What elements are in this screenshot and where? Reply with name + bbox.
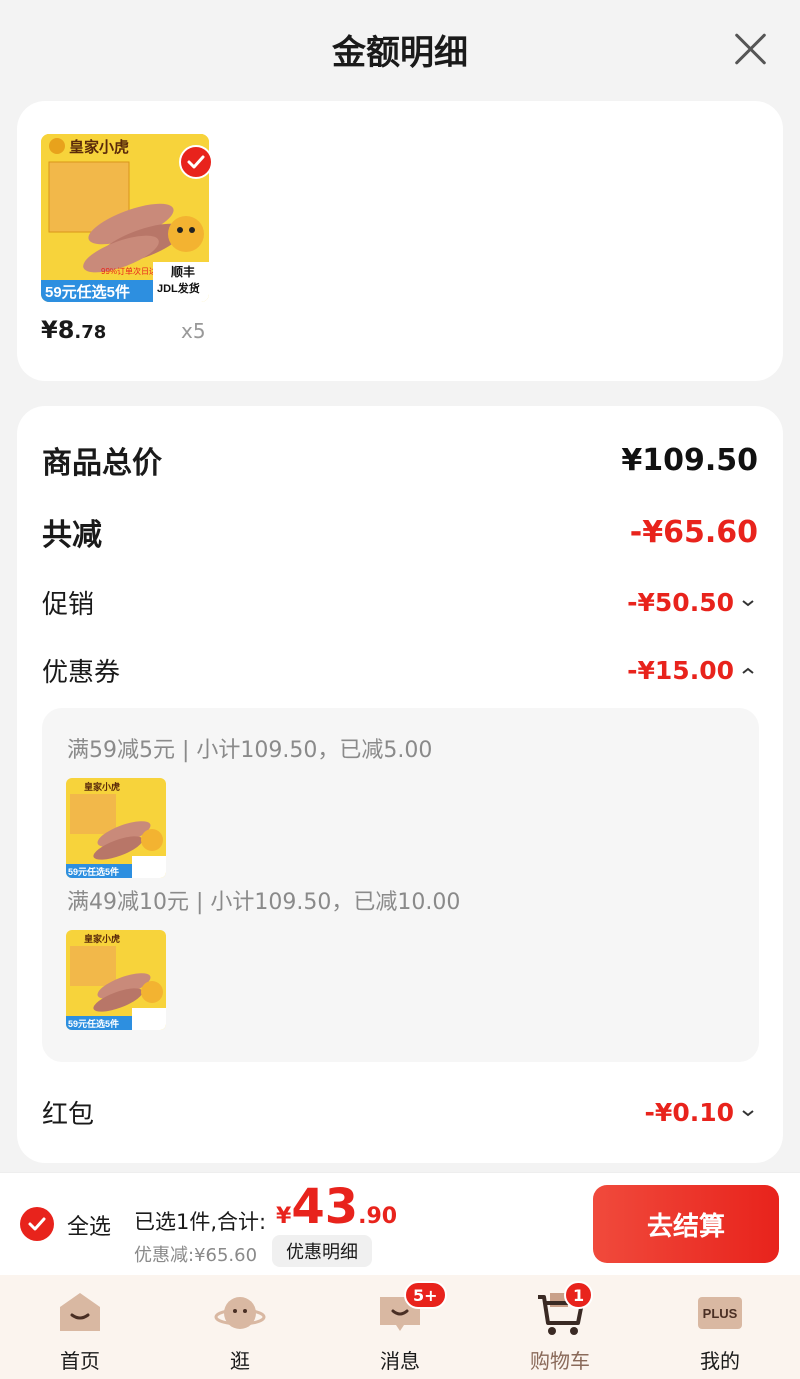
red-packet-value: -¥0.10: [644, 1098, 734, 1127]
total-price-label: 商品总价: [42, 446, 162, 481]
coupon-product-thumbnail: 皇家小虎 59元任选5件: [66, 778, 166, 878]
cart-badge: 1: [564, 1281, 594, 1309]
total-discount-label: 共减: [42, 518, 102, 553]
chevron-down-icon[interactable]: [738, 593, 758, 613]
product-price: ¥8.78: [41, 316, 107, 344]
coupon-details-box: 满59减5元 | 小计109.50，已减5.00 皇家小虎 59元任选5件 满4…: [42, 708, 759, 1062]
product-quantity: x5: [181, 319, 206, 343]
coupon-detail-line: 满59减5元 | 小计109.50，已减5.00: [67, 738, 433, 763]
discount-detail-button[interactable]: 优惠明细: [272, 1235, 372, 1267]
tab-profile[interactable]: PLUS 我的: [640, 1275, 800, 1379]
coupon-label: 优惠券: [42, 658, 121, 688]
total-discount-row: 共减 -¥65.60: [42, 510, 758, 554]
svg-text:PLUS: PLUS: [703, 1306, 738, 1321]
promotion-value: -¥50.50: [627, 588, 734, 617]
chevron-up-icon[interactable]: [738, 661, 758, 681]
checkout-button[interactable]: 去结算: [593, 1185, 779, 1263]
svg-text:皇家小虎: 皇家小虎: [84, 781, 120, 792]
red-packet-row[interactable]: 红包 -¥0.10: [42, 1094, 758, 1131]
product-selected-check-icon[interactable]: [179, 145, 213, 179]
page-title: 金额明细: [332, 32, 468, 73]
bottom-tab-bar: 首页 逛 5+ 消息 1 购物车 PLUS 我的: [0, 1275, 800, 1379]
svg-text:59元任选5件: 59元任选5件: [45, 283, 130, 301]
svg-text:JDL发货: JDL发货: [157, 281, 200, 295]
message-badge: 5+: [404, 1281, 447, 1309]
chevron-down-icon[interactable]: [738, 1103, 758, 1123]
total-price-row: 商品总价 ¥109.50: [42, 438, 758, 482]
svg-text:59元任选5件: 59元任选5件: [68, 866, 119, 877]
select-all-checkbox[interactable]: [20, 1207, 54, 1241]
promotion-label: 促销: [42, 590, 95, 620]
close-icon[interactable]: [732, 30, 768, 66]
svg-text:顺丰: 顺丰: [171, 264, 195, 279]
coupon-value: -¥15.00: [627, 656, 734, 685]
checkout-total: ¥43.90: [276, 1179, 398, 1235]
coupon-detail-line: 满49减10元 | 小计109.50，已减10.00: [67, 890, 461, 915]
select-all-label[interactable]: 全选: [67, 1209, 111, 1241]
checkout-bar: 全选 已选1件,合计: ¥43.90 优惠减:¥65.60 优惠明细 去结算: [0, 1172, 800, 1275]
planet-icon: [214, 1287, 266, 1339]
tab-cart[interactable]: 1 购物车: [480, 1275, 640, 1379]
coupon-product-thumbnail: 皇家小虎 59元任选5件: [66, 930, 166, 1030]
amount-summary-card: 商品总价 ¥109.50 共减 -¥65.60 促销 -¥50.50 优惠券 -…: [17, 406, 783, 1163]
svg-text:皇家小虎: 皇家小虎: [69, 138, 129, 156]
header: 金额明细: [0, 0, 800, 100]
home-icon: [54, 1287, 106, 1339]
tab-explore[interactable]: 逛: [160, 1275, 320, 1379]
cart-icon: 1: [534, 1281, 594, 1339]
total-price-value: ¥109.50: [621, 442, 758, 478]
tab-home[interactable]: 首页: [0, 1275, 160, 1379]
plus-member-icon: PLUS: [694, 1287, 746, 1339]
svg-text:99%订单次日达: 99%订单次日达: [101, 266, 157, 276]
tab-messages[interactable]: 5+ 消息: [320, 1275, 480, 1379]
product-card: 皇家小虎 59元任选5件 99%订单次日达 顺丰 JDL发货 ¥8.78 x5: [17, 101, 783, 381]
message-icon: 5+: [374, 1281, 447, 1339]
svg-text:59元任选5件: 59元任选5件: [68, 1018, 119, 1029]
promotion-row[interactable]: 促销 -¥50.50: [42, 584, 758, 621]
red-packet-label: 红包: [42, 1100, 95, 1130]
discount-summary-text: 优惠减:¥65.60: [134, 1245, 258, 1266]
total-discount-value: -¥65.60: [629, 514, 758, 550]
selected-count-text: 已选1件,合计:: [134, 1210, 267, 1234]
coupon-row[interactable]: 优惠券 -¥15.00: [42, 652, 758, 689]
svg-text:皇家小虎: 皇家小虎: [84, 933, 120, 944]
